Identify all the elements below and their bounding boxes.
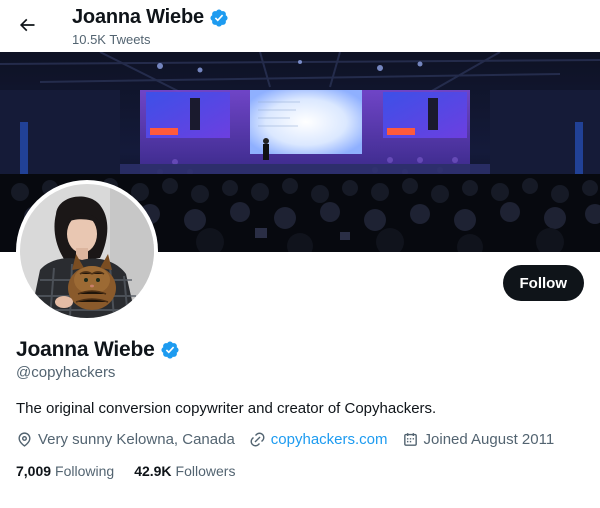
profile-joined: Joined August 2011: [402, 431, 555, 448]
arrow-left-icon: [19, 18, 35, 32]
following-link[interactable]: 7,009 Following: [16, 463, 114, 479]
header-title-row: Joanna Wiebe: [72, 6, 229, 29]
header-title: Joanna Wiebe: [72, 6, 204, 28]
link-icon: [250, 432, 265, 447]
avatar-image: [20, 184, 154, 318]
profile-bio: The original conversion copywriter and c…: [16, 400, 437, 417]
website-link[interactable]: copyhackers.com: [271, 431, 388, 448]
profile-location: Very sunny Kelowna, Canada: [16, 431, 235, 448]
follow-button[interactable]: Follow: [502, 265, 584, 301]
followers-link[interactable]: 42.9K Followers: [134, 463, 235, 479]
profile-meta: Very sunny Kelowna, Canada copyhackers.c…: [16, 431, 568, 448]
joined-text: Joined August 2011: [423, 431, 555, 448]
verified-badge-icon: [210, 8, 228, 27]
calendar-icon: [403, 433, 417, 446]
avatar: [20, 184, 154, 318]
back-button[interactable]: [10, 8, 44, 42]
profile-website[interactable]: copyhackers.com: [249, 431, 388, 448]
profile-stats: 7,009 Following 42.9K Followers: [16, 463, 255, 479]
tweet-count: 10.5K Tweets: [72, 32, 151, 47]
followers-count: 42.9K: [134, 463, 172, 479]
followers-label: Followers: [175, 463, 236, 479]
display-name: Joanna Wiebe: [16, 338, 155, 361]
verified-badge-icon[interactable]: [160, 340, 180, 360]
location-text: Very sunny Kelowna, Canada: [38, 431, 235, 448]
following-label: Following: [55, 463, 115, 479]
location-pin-icon: [18, 432, 31, 447]
profile-header-bar: Joanna Wiebe 10.5K Tweets: [0, 0, 600, 52]
following-count: 7,009: [16, 463, 52, 479]
profile-name-row: Joanna Wiebe: [16, 338, 180, 362]
avatar-frame[interactable]: [16, 180, 158, 322]
profile-handle: @copyhackers: [16, 364, 116, 381]
